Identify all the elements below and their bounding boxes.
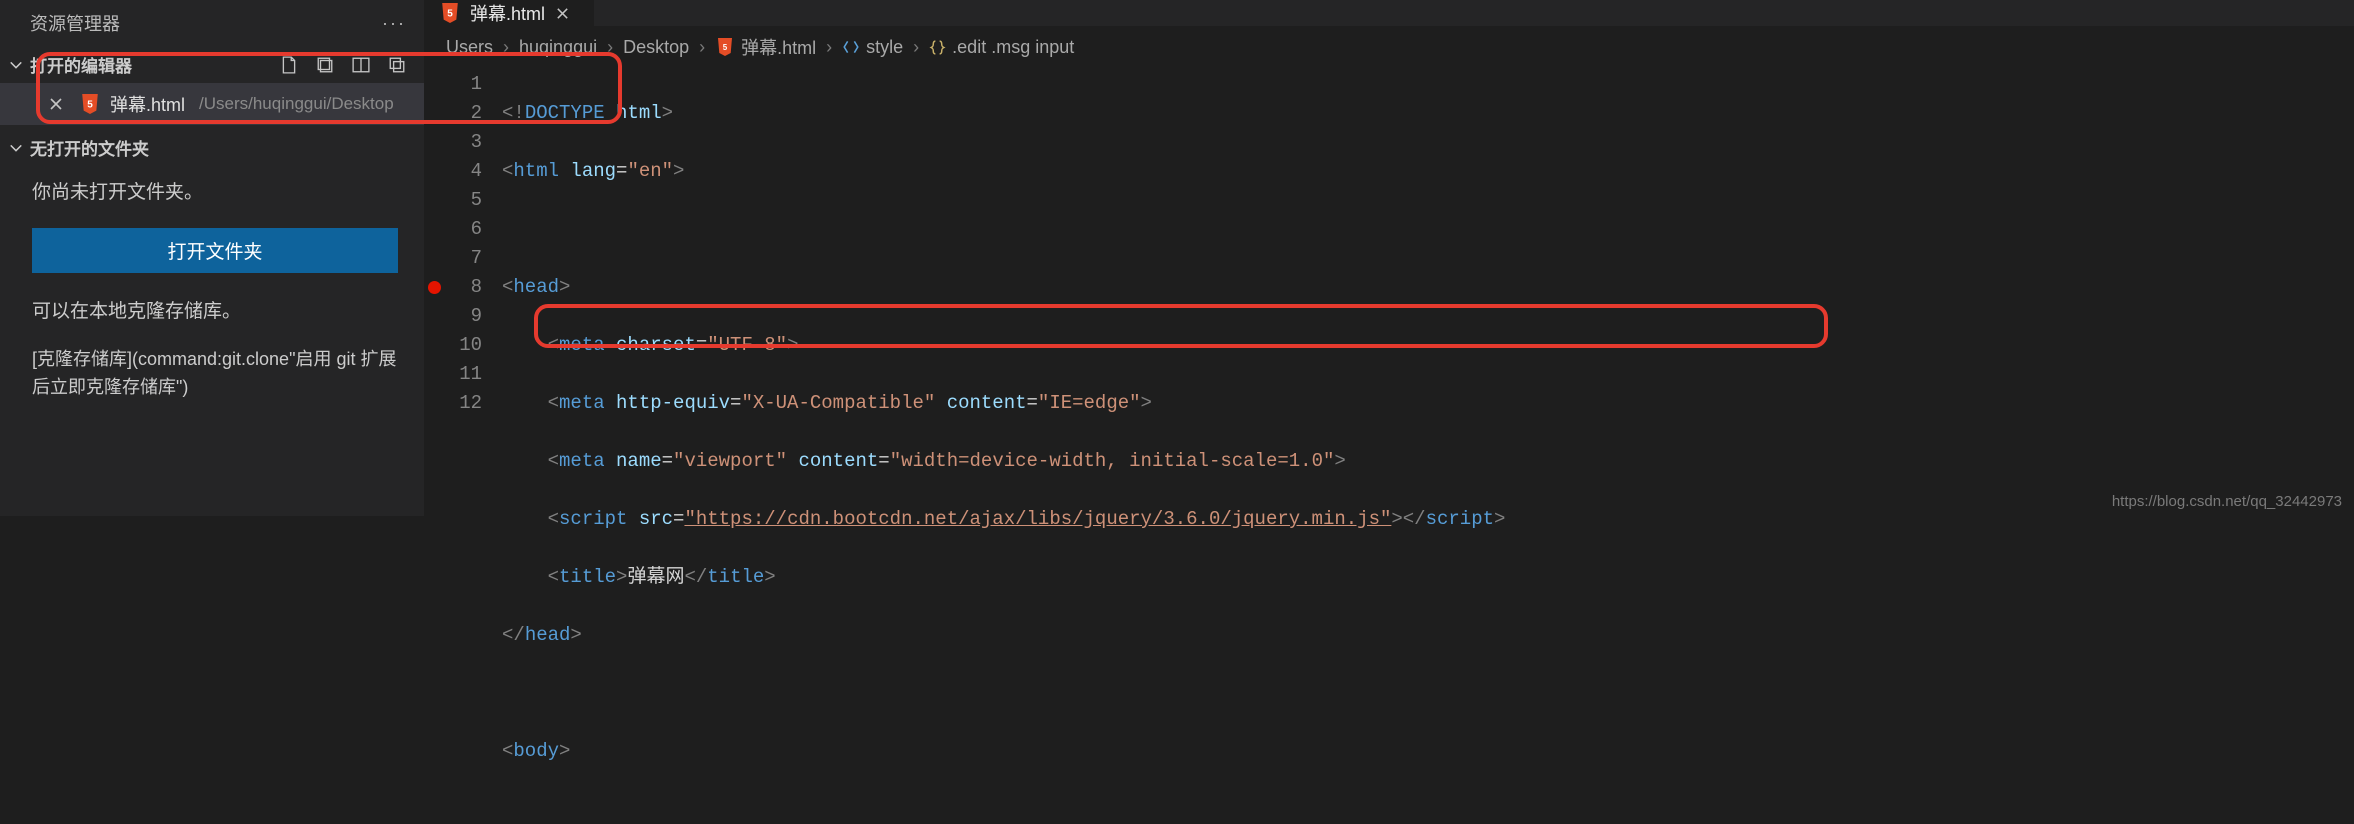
code-content[interactable]: <!DOCTYPE html> <html lang="en"> <head> …: [502, 70, 2354, 824]
breadcrumbs[interactable]: Users › huqinggui › Desktop › 5 弹幕.html …: [424, 26, 2354, 68]
clone-hint: 可以在本地克隆存储库。: [32, 297, 398, 327]
chevron-right-icon: ›: [503, 37, 509, 58]
chevron-down-icon: [8, 141, 24, 155]
new-file-icon[interactable]: [278, 54, 300, 76]
breakpoint-icon[interactable]: [428, 281, 441, 294]
html-file-icon: 5: [80, 93, 100, 115]
crumb[interactable]: .edit .msg input: [952, 37, 1074, 58]
chevron-right-icon: ›: [826, 37, 832, 58]
svg-text:5: 5: [447, 8, 453, 19]
open-editors-section[interactable]: 打开的编辑器: [0, 46, 424, 83]
crumb[interactable]: huqinggui: [519, 37, 597, 58]
explorer-sidebar: 资源管理器 ··· 打开的编辑器 5 弹: [0, 0, 424, 516]
watermark: https://blog.csdn.net/qq_32442973: [2112, 493, 2342, 510]
line-numbers: 1 2 3 4 5 6 7 8 9 10 11 12: [446, 70, 502, 824]
breakpoint-gutter[interactable]: [424, 70, 446, 824]
close-icon[interactable]: [48, 96, 64, 112]
chevron-right-icon: ›: [607, 37, 613, 58]
no-folder-section[interactable]: 无打开的文件夹: [0, 125, 424, 166]
crumb[interactable]: Users: [446, 37, 493, 58]
chevron-down-icon: [8, 58, 24, 72]
code-editor[interactable]: 1 2 3 4 5 6 7 8 9 10 11 12 <!DOCTYPE htm…: [424, 68, 2354, 824]
crumb[interactable]: 弹幕.html: [741, 34, 816, 60]
chevron-right-icon: ›: [699, 37, 705, 58]
tab-bar: 5 弹幕.html: [424, 0, 2354, 26]
clone-command-text: [克隆存储库](command:git.clone"启用 git 扩展后立即克隆…: [32, 346, 398, 402]
no-folder-text: 你尚未打开文件夹。: [32, 178, 398, 208]
tab-active[interactable]: 5 弹幕.html: [424, 0, 595, 26]
crumb[interactable]: style: [866, 37, 903, 58]
html-file-icon: 5: [440, 2, 460, 24]
open-file-name: 弹幕.html: [110, 91, 185, 117]
open-editor-item[interactable]: 5 弹幕.html /Users/huqinggui/Desktop: [0, 83, 424, 125]
svg-text:5: 5: [723, 43, 728, 52]
close-icon[interactable]: [555, 6, 570, 21]
more-actions-icon[interactable]: ···: [382, 13, 406, 34]
close-all-icon[interactable]: [386, 54, 408, 76]
editor-area: 5 弹幕.html Users › huqinggui › Desktop › …: [424, 0, 2354, 516]
svg-text:5: 5: [87, 99, 93, 110]
brace-icon: [929, 39, 946, 56]
open-folder-button[interactable]: 打开文件夹: [32, 228, 398, 273]
sidebar-header: 资源管理器 ···: [0, 2, 424, 46]
code-block-icon: [842, 38, 860, 56]
chevron-right-icon: ›: [913, 37, 919, 58]
tab-label: 弹幕.html: [470, 0, 545, 26]
explorer-title: 资源管理器: [30, 10, 120, 36]
html-file-icon: 5: [715, 36, 735, 58]
open-file-path: /Users/huqinggui/Desktop: [199, 94, 394, 114]
open-editors-label: 打开的编辑器: [30, 52, 132, 77]
save-all-icon[interactable]: [314, 54, 336, 76]
crumb[interactable]: Desktop: [623, 37, 689, 58]
no-folder-label: 无打开的文件夹: [30, 135, 149, 160]
layout-icon[interactable]: [350, 54, 372, 76]
